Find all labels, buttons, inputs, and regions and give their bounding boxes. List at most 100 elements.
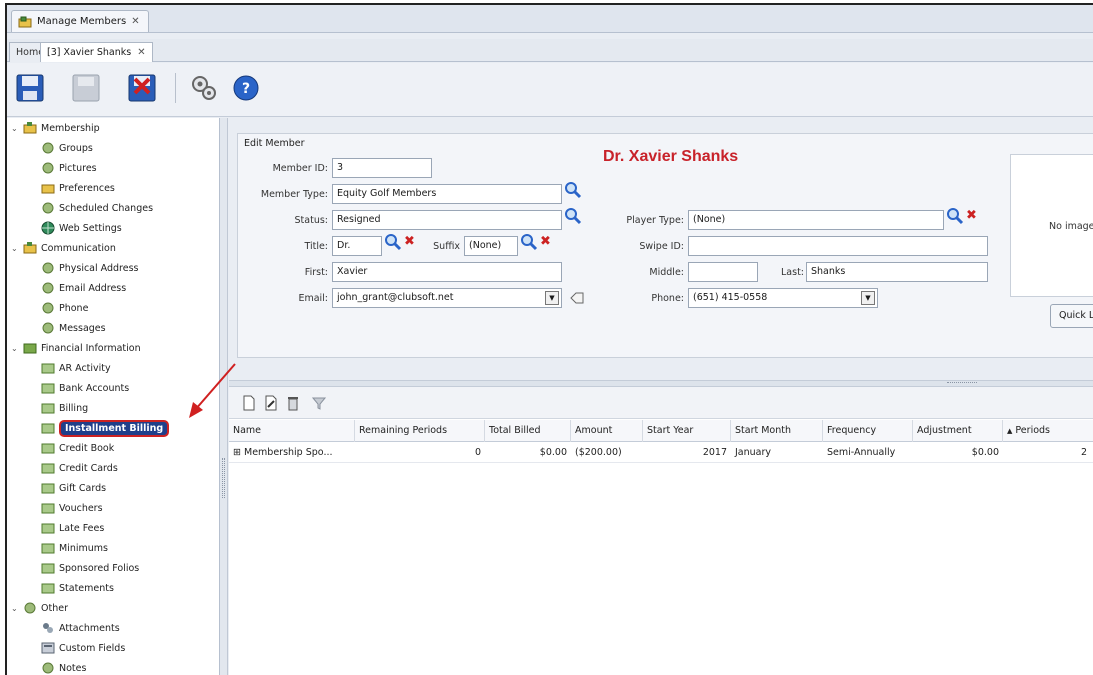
nav-item-phone[interactable]: Phone (41, 298, 88, 318)
email-field[interactable]: john_grant@clubsoft.net ▼ (332, 288, 562, 308)
delete-record-button[interactable] (285, 395, 301, 411)
nav-item-email-address[interactable]: Email Address (41, 278, 126, 298)
help-button[interactable]: ? (229, 71, 263, 105)
nav-item-vouchers[interactable]: Vouchers (41, 498, 103, 518)
status-label: Status: (294, 215, 328, 226)
nav-item-installment-billing[interactable]: Installment Billing (41, 418, 170, 438)
column-header-name[interactable]: Name (229, 420, 355, 442)
nav-group-other[interactable]: ⌄ Other (11, 598, 68, 618)
nav-item-custom-fields[interactable]: Custom Fields (41, 638, 125, 658)
nav-group-membership[interactable]: ⌄ Membership (11, 118, 100, 138)
nav-item-attachments[interactable]: Attachments (41, 618, 120, 638)
first-name-field[interactable]: Xavier (332, 262, 562, 282)
suffix-clear-icon[interactable]: ✖ (540, 235, 554, 249)
edit-record-button[interactable] (263, 395, 279, 411)
main-content: Edit Member Member ID: 3 Dr. Xavier Shan… (229, 118, 1093, 675)
title-clear-icon[interactable]: ✖ (404, 235, 418, 249)
member-id-label: Member ID: (272, 163, 328, 174)
splitter-grip[interactable] (222, 458, 225, 498)
status-search-button[interactable] (564, 207, 582, 225)
nav-item-messages[interactable]: Messages (41, 318, 106, 338)
nav-group-financial-information[interactable]: ⌄ Financial Information (11, 338, 141, 358)
nav-item-scheduled-changes[interactable]: Scheduled Changes (41, 198, 153, 218)
player-type-clear-icon[interactable]: ✖ (966, 209, 980, 223)
collapse-icon[interactable]: ⌄ (11, 604, 19, 613)
save-button[interactable] (13, 71, 47, 105)
nav-item-statements[interactable]: Statements (41, 578, 114, 598)
nav-item-label: Sponsored Folios (59, 562, 140, 574)
nav-item-physical-address[interactable]: Physical Address (41, 258, 139, 278)
money-icon (41, 383, 55, 394)
nav-item-billing[interactable]: Billing (41, 398, 88, 418)
doc-tab-manage-members[interactable]: Manage Members ✕ (11, 10, 149, 32)
swipe-id-field[interactable] (688, 236, 988, 256)
nav-item-gift-cards[interactable]: Gift Cards (41, 478, 106, 498)
collapse-icon[interactable]: ⌄ (11, 244, 19, 253)
player-type-search-button[interactable] (946, 207, 964, 225)
nav-item-ar-activity[interactable]: AR Activity (41, 358, 111, 378)
nav-item-web-settings[interactable]: Web Settings (41, 218, 122, 238)
close-icon[interactable]: ✕ (131, 16, 139, 27)
chevron-down-icon[interactable]: ▼ (545, 291, 559, 305)
player-type-field[interactable]: (None) (688, 210, 944, 230)
nav-item-pictures[interactable]: Pictures (41, 158, 97, 178)
cell-name-value: Membership Spo... (244, 447, 333, 458)
title-search-button[interactable] (384, 233, 402, 251)
nav-item-label: Groups (59, 142, 93, 154)
status-field[interactable]: Resigned (332, 210, 562, 230)
item-icon (42, 202, 54, 214)
member-photo[interactable]: No image (1010, 154, 1093, 297)
title-field[interactable]: Dr. (332, 236, 382, 256)
expand-row-icon[interactable]: ⊞ (233, 447, 241, 458)
chevron-down-icon[interactable]: ▼ (861, 291, 875, 305)
column-header-frequency[interactable]: Frequency (823, 420, 913, 442)
globe-icon (41, 221, 55, 235)
column-header-start-year[interactable]: Start Year (643, 420, 731, 442)
nav-item-preferences[interactable]: Preferences (41, 178, 115, 198)
column-header-total-billed[interactable]: Total Billed (485, 420, 571, 442)
nav-item-notes[interactable]: Notes (41, 658, 86, 675)
nav-item-sponsored-folios[interactable]: Sponsored Folios (41, 558, 139, 578)
suffix-field[interactable]: (None) (464, 236, 518, 256)
email-send-button[interactable] (568, 289, 586, 307)
close-icon[interactable]: ✕ (137, 47, 145, 58)
filter-button[interactable] (311, 395, 327, 411)
column-header-remaining-periods[interactable]: Remaining Periods (355, 420, 485, 442)
nav-item-minimums[interactable]: Minimums (41, 538, 108, 558)
member-type-search-button[interactable] (564, 181, 582, 199)
member-id-field[interactable]: 3 (332, 158, 432, 178)
column-header-start-month[interactable]: Start Month (731, 420, 823, 442)
nav-item-late-fees[interactable]: Late Fees (41, 518, 104, 538)
nav-group-communication[interactable]: ⌄ Communication (11, 238, 116, 258)
title-label: Title: (304, 241, 328, 252)
nav-item-label: Preferences (59, 182, 115, 194)
close-record-button[interactable] (125, 71, 159, 105)
column-header-amount[interactable]: Amount (571, 420, 643, 442)
last-name-field[interactable]: Shanks (806, 262, 988, 282)
grid-header: Name Remaining Periods Total Billed Amou… (229, 420, 1093, 442)
nav-item-bank-accounts[interactable]: Bank Accounts (41, 378, 129, 398)
table-row[interactable]: ⊞ Membership Spo... 0 $0.00 ($200.00) 20… (229, 443, 1093, 463)
suffix-search-button[interactable] (520, 233, 538, 251)
no-image-text: No image (1049, 221, 1093, 232)
save-close-button[interactable] (69, 71, 103, 105)
options-button[interactable] (187, 71, 221, 105)
document-tab-strip: Manage Members ✕ (7, 5, 1093, 33)
column-header-adjustment[interactable]: Adjustment (913, 420, 1003, 442)
nav-item-groups[interactable]: Groups (41, 138, 93, 158)
nav-group-label: Other (41, 602, 68, 614)
grid-toolbar (229, 387, 1093, 419)
column-header-periods[interactable]: ▲ Periods (1003, 420, 1093, 442)
phone-field[interactable]: (651) 415-0558 ▼ (688, 288, 878, 308)
swipe-id-label: Swipe ID: (639, 241, 684, 252)
nav-item-credit-cards[interactable]: Credit Cards (41, 458, 118, 478)
collapse-icon[interactable]: ⌄ (11, 124, 19, 133)
quick-lookup-button[interactable]: Quick La (1050, 304, 1093, 328)
item-icon (42, 262, 54, 274)
splitter-grip[interactable] (947, 382, 977, 384)
tab-member[interactable]: [3] Xavier Shanks ✕ (40, 42, 153, 62)
middle-name-field[interactable] (688, 262, 758, 282)
member-type-field[interactable]: Equity Golf Members (332, 184, 562, 204)
collapse-icon[interactable]: ⌄ (11, 344, 19, 353)
nav-item-credit-book[interactable]: Credit Book (41, 438, 114, 458)
